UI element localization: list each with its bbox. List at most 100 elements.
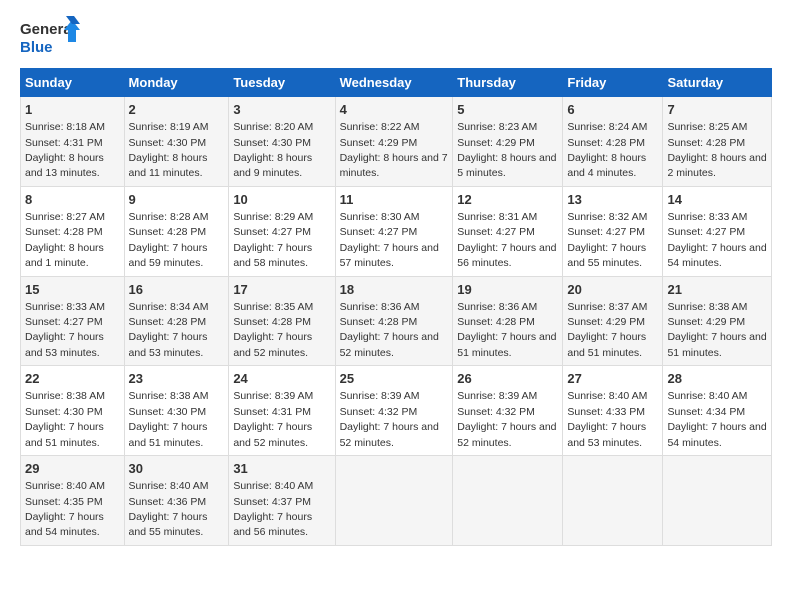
calendar-cell: 21 Sunrise: 8:38 AMSunset: 4:29 PMDaylig… [663,276,772,366]
day-number: 4 [340,101,449,119]
day-info: Sunrise: 8:27 AMSunset: 4:28 PMDaylight:… [25,211,105,269]
calendar-cell: 26 Sunrise: 8:39 AMSunset: 4:32 PMDaylig… [453,366,563,456]
day-number: 21 [667,281,767,299]
calendar-cell: 3 Sunrise: 8:20 AMSunset: 4:30 PMDayligh… [229,97,335,187]
calendar-cell: 6 Sunrise: 8:24 AMSunset: 4:28 PMDayligh… [563,97,663,187]
day-number: 27 [567,370,658,388]
day-number: 25 [340,370,449,388]
day-info: Sunrise: 8:19 AMSunset: 4:30 PMDaylight:… [129,121,209,179]
day-number: 8 [25,191,120,209]
day-number: 1 [25,101,120,119]
day-info: Sunrise: 8:18 AMSunset: 4:31 PMDaylight:… [25,121,105,179]
calendar-cell: 4 Sunrise: 8:22 AMSunset: 4:29 PMDayligh… [335,97,453,187]
day-number: 10 [233,191,330,209]
header-friday: Friday [563,69,663,97]
calendar-cell: 11 Sunrise: 8:30 AMSunset: 4:27 PMDaylig… [335,186,453,276]
calendar-cell: 12 Sunrise: 8:31 AMSunset: 4:27 PMDaylig… [453,186,563,276]
week-row-3: 15 Sunrise: 8:33 AMSunset: 4:27 PMDaylig… [21,276,772,366]
calendar-cell: 13 Sunrise: 8:32 AMSunset: 4:27 PMDaylig… [563,186,663,276]
day-info: Sunrise: 8:34 AMSunset: 4:28 PMDaylight:… [129,301,209,359]
day-info: Sunrise: 8:33 AMSunset: 4:27 PMDaylight:… [25,301,105,359]
day-number: 9 [129,191,225,209]
header-tuesday: Tuesday [229,69,335,97]
day-number: 5 [457,101,558,119]
day-number: 24 [233,370,330,388]
calendar-cell: 31 Sunrise: 8:40 AMSunset: 4:37 PMDaylig… [229,456,335,546]
calendar-cell: 25 Sunrise: 8:39 AMSunset: 4:32 PMDaylig… [335,366,453,456]
day-number: 20 [567,281,658,299]
calendar-cell: 14 Sunrise: 8:33 AMSunset: 4:27 PMDaylig… [663,186,772,276]
calendar-cell: 8 Sunrise: 8:27 AMSunset: 4:28 PMDayligh… [21,186,125,276]
week-row-5: 29 Sunrise: 8:40 AMSunset: 4:35 PMDaylig… [21,456,772,546]
calendar-cell: 5 Sunrise: 8:23 AMSunset: 4:29 PMDayligh… [453,97,563,187]
day-info: Sunrise: 8:23 AMSunset: 4:29 PMDaylight:… [457,121,556,179]
day-info: Sunrise: 8:38 AMSunset: 4:29 PMDaylight:… [667,301,766,359]
day-number: 15 [25,281,120,299]
header-row: SundayMondayTuesdayWednesdayThursdayFrid… [21,69,772,97]
day-info: Sunrise: 8:29 AMSunset: 4:27 PMDaylight:… [233,211,313,269]
day-info: Sunrise: 8:31 AMSunset: 4:27 PMDaylight:… [457,211,556,269]
logo-svg: General Blue [20,16,80,60]
week-row-2: 8 Sunrise: 8:27 AMSunset: 4:28 PMDayligh… [21,186,772,276]
calendar-table: SundayMondayTuesdayWednesdayThursdayFrid… [20,68,772,546]
calendar-cell [563,456,663,546]
day-number: 26 [457,370,558,388]
calendar-cell: 2 Sunrise: 8:19 AMSunset: 4:30 PMDayligh… [124,97,229,187]
calendar-cell: 29 Sunrise: 8:40 AMSunset: 4:35 PMDaylig… [21,456,125,546]
calendar-cell: 22 Sunrise: 8:38 AMSunset: 4:30 PMDaylig… [21,366,125,456]
calendar-cell: 28 Sunrise: 8:40 AMSunset: 4:34 PMDaylig… [663,366,772,456]
calendar-cell [453,456,563,546]
day-number: 22 [25,370,120,388]
day-info: Sunrise: 8:28 AMSunset: 4:28 PMDaylight:… [129,211,209,269]
day-info: Sunrise: 8:40 AMSunset: 4:34 PMDaylight:… [667,390,766,448]
week-row-1: 1 Sunrise: 8:18 AMSunset: 4:31 PMDayligh… [21,97,772,187]
day-number: 6 [567,101,658,119]
day-info: Sunrise: 8:40 AMSunset: 4:33 PMDaylight:… [567,390,647,448]
calendar-cell: 27 Sunrise: 8:40 AMSunset: 4:33 PMDaylig… [563,366,663,456]
day-info: Sunrise: 8:38 AMSunset: 4:30 PMDaylight:… [129,390,209,448]
svg-text:Blue: Blue [20,39,53,56]
day-number: 17 [233,281,330,299]
calendar-cell: 18 Sunrise: 8:36 AMSunset: 4:28 PMDaylig… [335,276,453,366]
day-number: 19 [457,281,558,299]
header-sunday: Sunday [21,69,125,97]
day-info: Sunrise: 8:35 AMSunset: 4:28 PMDaylight:… [233,301,313,359]
calendar-cell: 17 Sunrise: 8:35 AMSunset: 4:28 PMDaylig… [229,276,335,366]
day-info: Sunrise: 8:32 AMSunset: 4:27 PMDaylight:… [567,211,647,269]
calendar-cell: 30 Sunrise: 8:40 AMSunset: 4:36 PMDaylig… [124,456,229,546]
day-number: 31 [233,460,330,478]
day-number: 16 [129,281,225,299]
calendar-cell: 24 Sunrise: 8:39 AMSunset: 4:31 PMDaylig… [229,366,335,456]
day-info: Sunrise: 8:39 AMSunset: 4:32 PMDaylight:… [457,390,556,448]
day-info: Sunrise: 8:30 AMSunset: 4:27 PMDaylight:… [340,211,439,269]
header-monday: Monday [124,69,229,97]
day-info: Sunrise: 8:39 AMSunset: 4:31 PMDaylight:… [233,390,313,448]
day-number: 29 [25,460,120,478]
calendar-cell: 1 Sunrise: 8:18 AMSunset: 4:31 PMDayligh… [21,97,125,187]
header-thursday: Thursday [453,69,563,97]
day-info: Sunrise: 8:36 AMSunset: 4:28 PMDaylight:… [457,301,556,359]
day-number: 3 [233,101,330,119]
calendar-cell: 15 Sunrise: 8:33 AMSunset: 4:27 PMDaylig… [21,276,125,366]
day-number: 30 [129,460,225,478]
day-info: Sunrise: 8:25 AMSunset: 4:28 PMDaylight:… [667,121,766,179]
calendar-cell [335,456,453,546]
day-info: Sunrise: 8:40 AMSunset: 4:35 PMDaylight:… [25,480,105,538]
day-info: Sunrise: 8:38 AMSunset: 4:30 PMDaylight:… [25,390,105,448]
header-wednesday: Wednesday [335,69,453,97]
day-number: 11 [340,191,449,209]
page-header: General Blue [20,16,772,60]
logo: General Blue [20,16,80,60]
day-info: Sunrise: 8:22 AMSunset: 4:29 PMDaylight:… [340,121,448,179]
day-info: Sunrise: 8:33 AMSunset: 4:27 PMDaylight:… [667,211,766,269]
day-info: Sunrise: 8:40 AMSunset: 4:36 PMDaylight:… [129,480,209,538]
calendar-cell [663,456,772,546]
day-number: 18 [340,281,449,299]
calendar-cell: 16 Sunrise: 8:34 AMSunset: 4:28 PMDaylig… [124,276,229,366]
day-info: Sunrise: 8:37 AMSunset: 4:29 PMDaylight:… [567,301,647,359]
calendar-cell: 23 Sunrise: 8:38 AMSunset: 4:30 PMDaylig… [124,366,229,456]
day-info: Sunrise: 8:20 AMSunset: 4:30 PMDaylight:… [233,121,313,179]
day-number: 12 [457,191,558,209]
day-number: 7 [667,101,767,119]
header-saturday: Saturday [663,69,772,97]
